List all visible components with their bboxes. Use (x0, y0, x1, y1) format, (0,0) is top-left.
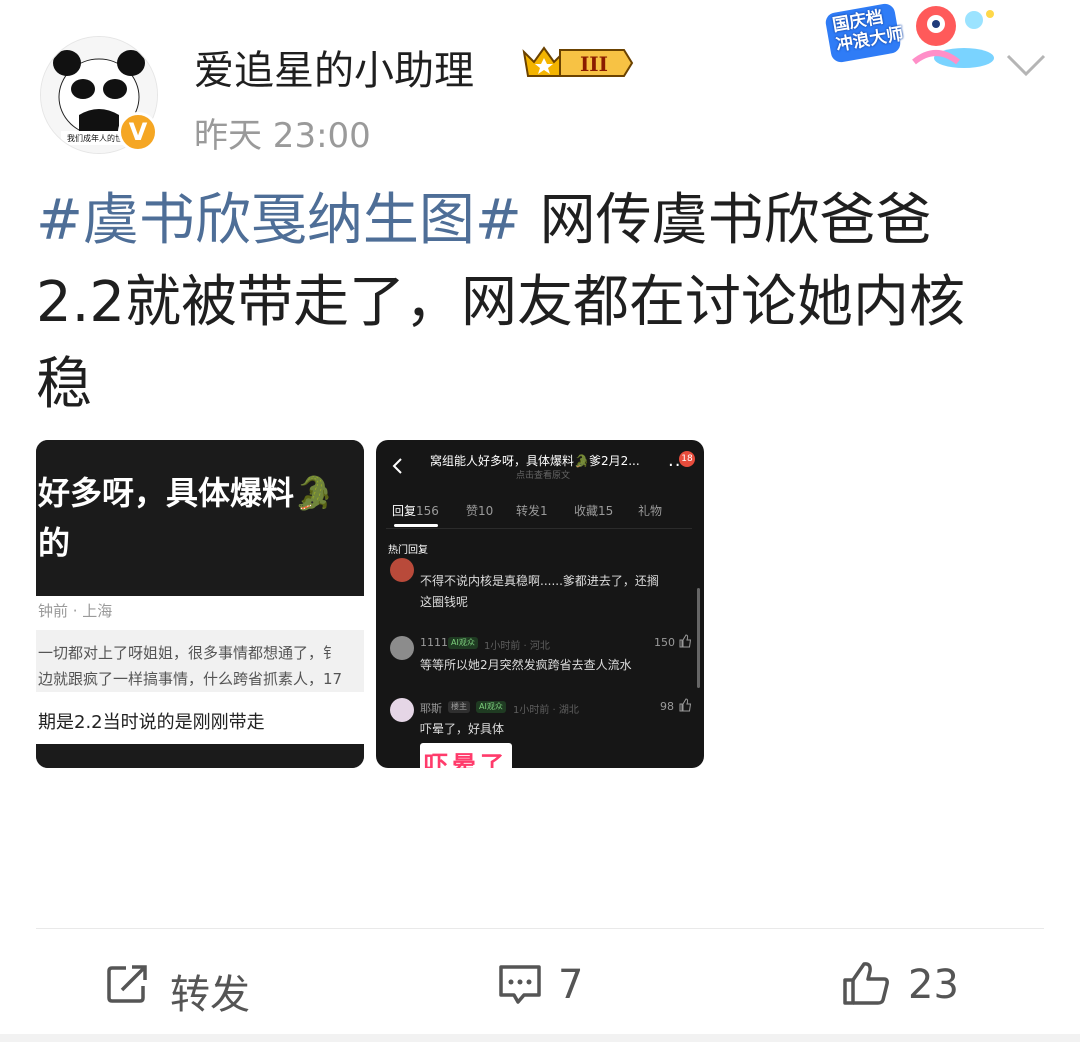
thumb-up-icon (679, 698, 692, 712)
scrollbar[interactable] (697, 588, 700, 688)
post-text-line3: 稳 (36, 352, 92, 417)
tab-favorites: 收藏15 (574, 504, 614, 518)
tab-divider (386, 528, 692, 529)
username[interactable]: 爱追星的小助理 (194, 38, 474, 96)
topic-tag[interactable]: #虞书欣戛纳生图# (36, 188, 522, 253)
image1-header: 好多呀，具体爆料🐊 的 (36, 440, 364, 596)
image1-meta: 钟前 · 上海 (38, 602, 113, 620)
comment-3-time: 1小时前 · 湖北 (513, 705, 579, 716)
post-text: #虞书欣戛纳生图# 网传虞书欣爸爸 2.2就被带走了，网友都在讨论她内核 稳 (36, 180, 1046, 426)
image1-line: 期是2.2当时说的是刚刚带走 (38, 712, 265, 733)
tab-replies: 回复156 (392, 504, 439, 518)
comment-3-text: 吓晕了，好具体 (420, 722, 505, 736)
chevron-down-icon[interactable] (1002, 50, 1050, 80)
comment-icon (499, 965, 541, 1004)
comment-2-chip: AI观众 (448, 637, 478, 649)
tab-gifts: 礼物 (638, 504, 663, 518)
image2-title: 窝组能人好多呀，具体爆料🐊爹2月2... (430, 454, 640, 468)
thumb-up-icon (679, 634, 692, 648)
image1-quote: 一切都对上了呀姐姐，很多事情都想通了，钅 边就跟疯了一样搞事情，什么跨省抓素人，… (36, 630, 364, 692)
post-text-line2: 2.2就被带走了，网友都在讨论她内核 (36, 270, 966, 335)
image1-headline-1: 好多呀，具体爆料🐊 (38, 474, 334, 512)
hot-replies-heading: 热门回复 (388, 545, 428, 556)
image1-quote-line-2: 边就跟疯了一样搞事情，什么跨省抓素人，17 (38, 670, 343, 688)
tab-likes: 赞10 (466, 504, 494, 518)
post-time: 昨天 23:00 (194, 116, 371, 156)
back-icon (392, 458, 402, 474)
notification-badge: 18 (679, 451, 695, 467)
comment-2-likes: 150 (654, 636, 675, 649)
comment-3-likes: 98 (660, 700, 674, 713)
repost-label: 转发 (170, 972, 250, 1018)
repost-button[interactable]: 转发 (104, 960, 304, 1018)
comment-count: 7 (558, 962, 584, 1008)
image2-subtitle: 点击查看原文 (516, 471, 571, 481)
comment-3-owner-chip: 楼主 (448, 701, 470, 713)
comment-avatar (390, 698, 414, 722)
post-text-line1: 网传虞书欣爸爸 (521, 188, 932, 253)
image2-tabs: 回复156 赞10 转发1 收藏15 礼物 (392, 502, 692, 522)
promo-badge[interactable]: 国庆档 冲浪大师 (824, 2, 1000, 76)
tab-underline (394, 524, 438, 527)
svg-text:III: III (580, 52, 608, 76)
like-count: 23 (908, 962, 959, 1008)
tab-reposts: 转发1 (516, 504, 548, 518)
sticker-image: 吓晕了 (420, 743, 512, 768)
comment-button[interactable]: 7 (496, 960, 636, 1010)
image1-footer (36, 744, 364, 768)
image1-headline-2: 的 (38, 524, 71, 562)
image1-quote-line-1: 一切都对上了呀姐姐，很多事情都想通了，钅 (38, 644, 339, 662)
comment-2-time: 1小时前 · 河北 (484, 641, 550, 652)
verified-badge: V (118, 112, 158, 152)
divider (36, 928, 1044, 929)
repost-icon (107, 965, 147, 1003)
post-image-2[interactable]: 窝组能人好多呀，具体爆料🐊爹2月2... 点击查看原文 ... 18 回复156… (376, 440, 704, 768)
comment-3-chip: AI观众 (476, 701, 506, 713)
comment-1-text-2: 这圈钱呢 (420, 595, 469, 609)
comment-1-text-1: 不得不说内核是真稳啊......爹都进去了，还搁 (420, 574, 659, 588)
comment-2-text: 等等所以她2月突然发疯跨省去查人流水 (420, 658, 632, 672)
like-button[interactable]: 23 (840, 960, 980, 1010)
comment-3-name: 耶斯 (420, 702, 442, 715)
comment-avatar (390, 636, 414, 660)
thumb-up-icon (843, 962, 889, 1005)
post-image-1[interactable]: 好多呀，具体爆料🐊 的 钟前 · 上海 一切都对上了呀姐姐，很多事情都想通了，钅… (36, 440, 364, 768)
comment-avatar (390, 558, 414, 582)
crown-level-badge[interactable]: III (520, 42, 634, 84)
comment-2-name: 1111 (420, 636, 448, 649)
bottom-separator (0, 1034, 1080, 1042)
